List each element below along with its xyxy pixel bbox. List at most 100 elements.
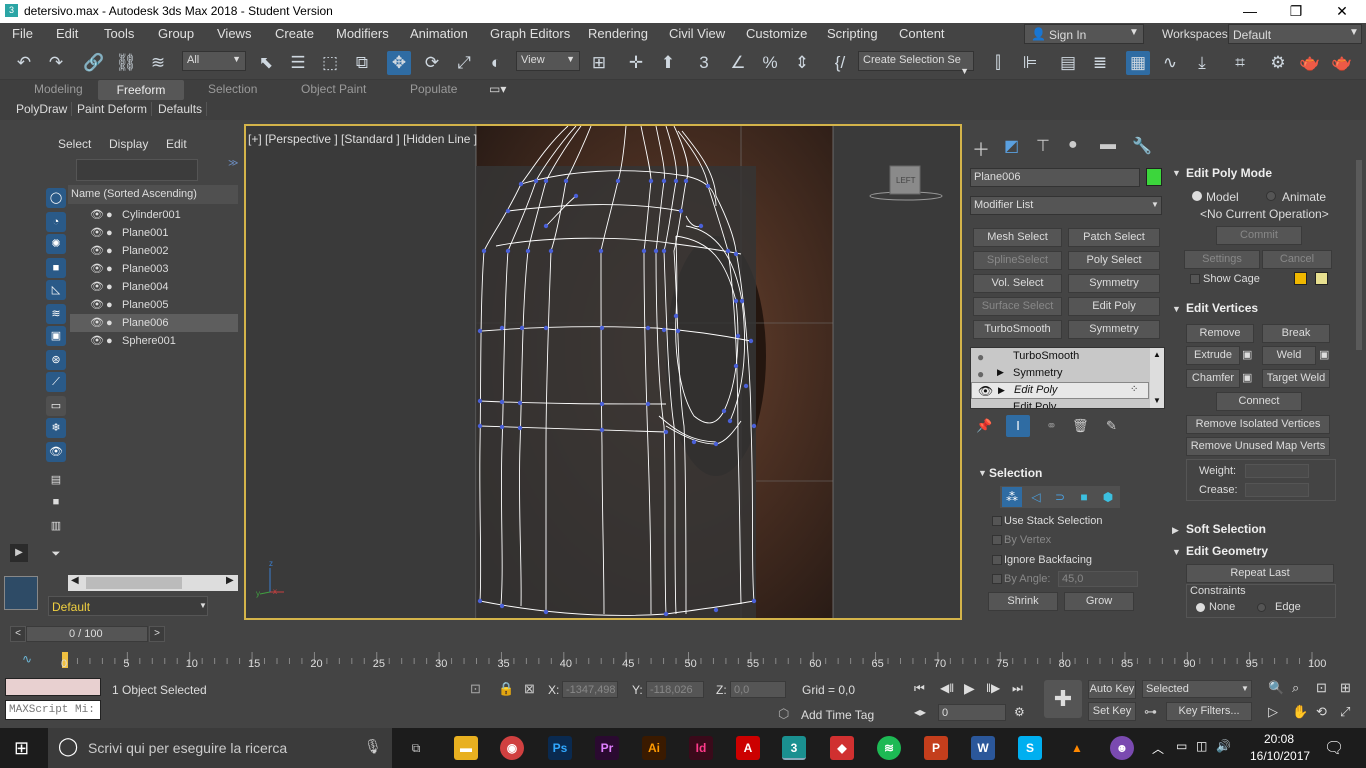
extrude-button[interactable]: Extrude <box>1186 346 1240 365</box>
align-icon[interactable]: ⊫ <box>1018 51 1042 75</box>
zoom-icon[interactable]: 🔍 <box>1268 680 1284 696</box>
battery-icon[interactable]: ▭ <box>1176 739 1187 753</box>
pivot-center-icon[interactable]: ⊞ <box>587 51 611 75</box>
viewport-label[interactable]: [+] [Perspective ] [Standard ] [Hidden L… <box>248 132 477 146</box>
key-filter-icon[interactable]: ⊶ <box>1144 704 1157 720</box>
subtab-defaults[interactable]: Defaults <box>154 102 208 116</box>
scene-search-input[interactable] <box>76 159 198 181</box>
menu-rendering[interactable]: Rendering <box>588 26 648 41</box>
model-radio[interactable] <box>1192 191 1202 201</box>
x-coordinate-field[interactable]: -1347,498 <box>562 681 618 698</box>
reference-coordinate-dropdown[interactable]: View ▼ <box>516 51 580 71</box>
previous-frame-button[interactable]: < <box>10 626 26 642</box>
list-item[interactable]: 👁 ● Plane005 <box>70 296 238 314</box>
rotate-icon[interactable]: ⟳ <box>420 51 444 75</box>
undo-icon[interactable]: ↶ <box>12 51 36 75</box>
curve-editor-icon[interactable]: ∿ <box>1158 51 1182 75</box>
element-icon[interactable]: ⬢ <box>1098 487 1118 507</box>
add-time-tag-button[interactable]: Add Time Tag <box>801 708 874 722</box>
border-icon[interactable]: ⊃ <box>1050 487 1070 507</box>
network-icon[interactable]: ◫ <box>1196 739 1207 753</box>
filter-geometry-icon[interactable]: ◯ <box>46 188 66 208</box>
word-icon[interactable]: W <box>971 736 995 760</box>
list-item[interactable]: 👁 ● Plane002 <box>70 242 238 260</box>
percent-snap-icon[interactable]: % <box>758 51 782 75</box>
curve-editor-mini-icon[interactable]: ∿ <box>22 652 32 666</box>
maxscript-listener[interactable] <box>5 678 101 696</box>
motion-tab-icon[interactable]: ● <box>1068 136 1078 154</box>
filter-hidden-icon[interactable]: 👁 <box>46 442 66 462</box>
redo-icon[interactable]: ↷ <box>44 51 68 75</box>
select-by-name-icon[interactable]: ☰ <box>286 51 310 75</box>
filter-groups-icon[interactable]: ▣ <box>46 326 66 346</box>
maxscript-mini-listener[interactable]: MAXScript Mi: <box>5 700 101 720</box>
polygon-icon[interactable]: ■ <box>1074 487 1094 507</box>
repeat-last-button[interactable]: Repeat Last <box>1186 564 1334 583</box>
angle-snap-icon[interactable]: ∠ <box>726 51 750 75</box>
turbosmooth-button[interactable]: TurboSmooth <box>973 320 1062 339</box>
object-color-swatch[interactable] <box>1146 168 1162 186</box>
selection-filter-dropdown[interactable]: All ▼ <box>182 51 246 71</box>
stack-item[interactable]: ● TurboSmooth <box>971 348 1149 365</box>
render-dot-icon[interactable]: ● <box>106 278 113 296</box>
expand-arrow-icon[interactable]: ▶ <box>997 367 1004 378</box>
modify-tab-icon[interactable]: ◩ <box>1004 136 1019 156</box>
premiere-icon[interactable]: Pr <box>595 736 619 760</box>
patch-select-button[interactable]: Patch Select <box>1068 228 1160 247</box>
render-dot-icon[interactable]: ● <box>106 224 113 242</box>
current-frame-field[interactable]: 0 <box>938 704 1006 721</box>
edit-named-selection-icon[interactable]: {/ <box>828 51 852 75</box>
scroll-up-icon[interactable]: ▲ <box>1153 350 1161 359</box>
spline-select-button[interactable]: SplineSelect <box>973 251 1062 270</box>
expand-arrow-icon[interactable]: ▶ <box>998 385 1005 396</box>
filter-spacewarps-icon[interactable]: ≋ <box>46 304 66 324</box>
list-item[interactable]: 👁 ● Plane003 <box>70 260 238 278</box>
menu-modifiers[interactable]: Modifiers <box>336 26 389 41</box>
stack-item[interactable]: ● ▶ Symmetry <box>971 365 1149 382</box>
ribbon-options-icon[interactable]: ▭▾ <box>489 82 506 96</box>
orbit-icon[interactable]: ⟲ <box>1316 704 1327 720</box>
eye-icon[interactable]: 👁 <box>90 296 104 314</box>
crease-spinner[interactable] <box>1245 483 1309 497</box>
3ds-max-icon[interactable]: 3 <box>782 736 806 760</box>
menu-scripting[interactable]: Scripting <box>827 26 878 41</box>
mirror-icon[interactable]: ⫿ <box>986 51 1010 75</box>
menu-tools[interactable]: Tools <box>104 26 134 41</box>
maximize-viewport-icon[interactable]: ⤢ <box>1340 704 1350 720</box>
list-item-selected[interactable]: 👁 ● Plane006 <box>70 314 238 332</box>
time-configuration-icon[interactable]: ⚙ <box>1014 705 1025 719</box>
collapse-arrow-icon[interactable]: ▼ <box>1172 547 1181 557</box>
filter-helpers-icon[interactable]: ◺ <box>46 280 66 300</box>
task-view-icon[interactable]: ⧉ <box>404 736 428 760</box>
toggle-ribbon-icon[interactable]: ▦ <box>1126 51 1150 75</box>
angle-spinner[interactable]: 45,0 <box>1058 571 1138 587</box>
make-unique-icon[interactable]: ⚭ <box>1046 418 1057 434</box>
show-cage-checkbox[interactable] <box>1190 274 1200 284</box>
edit-vertices-title[interactable]: Edit Vertices <box>1186 301 1258 315</box>
extrude-settings-icon[interactable]: ▣ <box>1242 348 1252 361</box>
taskbar-search[interactable]: ◯ Scrivi qui per eseguire la ricerca 🎙 <box>48 728 392 768</box>
by-angle-checkbox[interactable] <box>992 574 1002 584</box>
go-to-start-icon[interactable]: ⏮ <box>914 681 925 696</box>
bulb-icon[interactable]: ● <box>977 367 984 381</box>
collapse-arrow-icon[interactable]: ▼ <box>1172 304 1181 314</box>
next-key-icon[interactable]: ‖▶ <box>986 681 1000 695</box>
expand-arrow-icon[interactable]: ▶ <box>1172 525 1179 536</box>
absolute-mode-icon[interactable]: ⊠ <box>524 681 535 697</box>
utilities-tab-icon[interactable]: 🔧 <box>1132 136 1152 156</box>
menu-create[interactable]: Create <box>275 26 314 41</box>
time-tag-icon[interactable]: ⬡ <box>778 706 789 722</box>
scroll-left-icon[interactable]: ◀ <box>71 575 79 586</box>
tab-freeform[interactable]: Freeform <box>98 80 184 100</box>
remove-modifier-icon[interactable]: 🗑 <box>1072 418 1089 434</box>
move-icon[interactable]: ✥ <box>387 51 411 75</box>
workspace-dropdown[interactable]: Default ▼ <box>1228 24 1362 44</box>
maximize-button[interactable]: ❐ <box>1273 0 1319 23</box>
key-filters-button[interactable]: Key Filters... <box>1166 702 1252 721</box>
subtab-paint-deform[interactable]: Paint Deform <box>73 102 153 116</box>
collapse-arrow-icon[interactable]: ▼ <box>1172 168 1181 178</box>
modifier-list-dropdown[interactable]: Modifier List ▼ <box>970 196 1162 215</box>
filter-frozen-icon[interactable]: ❄ <box>46 418 66 438</box>
z-coordinate-field[interactable]: 0,0 <box>730 681 786 698</box>
display-tab-icon[interactable]: ▬ <box>1100 136 1116 154</box>
